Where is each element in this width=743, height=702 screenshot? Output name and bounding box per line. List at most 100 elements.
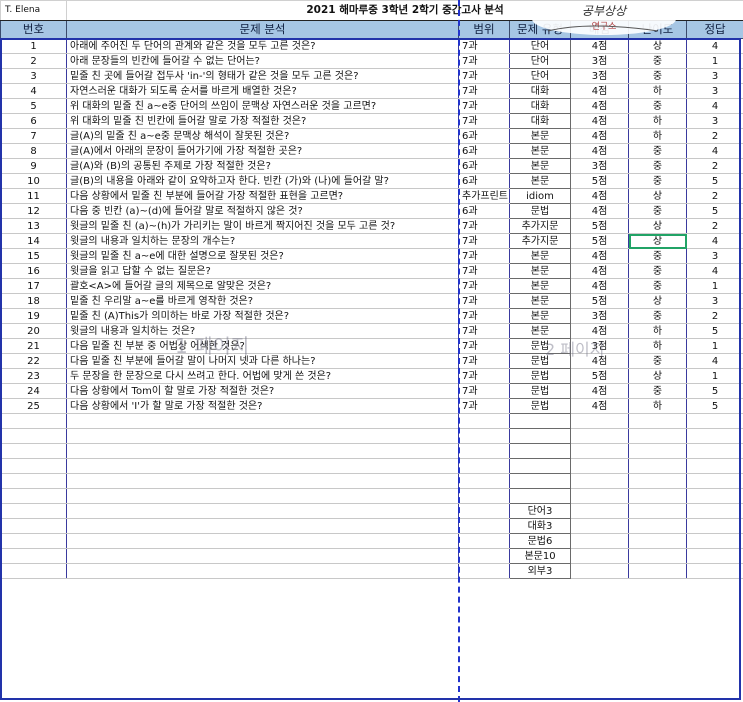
cell-empty[interactable] [628, 563, 687, 579]
cell-difficulty[interactable]: 중 [628, 68, 687, 84]
cell-row-number[interactable]: 20 [0, 323, 67, 339]
cell-points[interactable]: 3점 [570, 158, 629, 174]
cell-empty[interactable] [570, 428, 629, 444]
cell-points[interactable]: 4점 [570, 353, 629, 369]
cell-row-number[interactable]: 12 [0, 203, 67, 219]
cell-answer[interactable]: 2 [685, 128, 743, 144]
cell-empty[interactable] [0, 533, 67, 549]
cell-points[interactable]: 5점 [570, 293, 629, 309]
cell-question-text[interactable]: 다음 상황에서 'I'가 할 말로 가장 적절한 것은? [66, 398, 459, 414]
cell-empty[interactable] [0, 488, 67, 504]
cell-points[interactable]: 4점 [570, 98, 629, 114]
cell-answer[interactable]: 3 [685, 113, 743, 129]
sheet-title[interactable]: 2021 해마루중 3학년 2학기 중간고사 분석 [65, 0, 743, 21]
cell-points[interactable]: 5점 [570, 368, 629, 384]
cell-answer[interactable]: 4 [685, 263, 743, 279]
cell-question-text[interactable]: 자연스러운 대화가 되도록 순서를 바르게 배열한 것은? [66, 83, 459, 99]
summary-type-count[interactable]: 외부3 [509, 563, 571, 579]
cell-range[interactable]: 6과 [458, 203, 510, 219]
cell-difficulty[interactable]: 하 [628, 128, 687, 144]
cell-difficulty[interactable]: 중 [628, 173, 687, 189]
cell-range[interactable]: 7과 [458, 233, 510, 249]
cell-row-number[interactable]: 22 [0, 353, 67, 369]
cell-points[interactable]: 5점 [570, 173, 629, 189]
cell-question-text[interactable]: 다음 밑줄 친 부분 중 어법상 어색한 것은? [66, 338, 459, 354]
cell-points[interactable]: 4점 [570, 143, 629, 159]
cell-difficulty[interactable]: 하 [628, 323, 687, 339]
cell-row-number[interactable]: 4 [0, 83, 67, 99]
cell-row-number[interactable]: 1 [0, 38, 67, 54]
cell-empty[interactable] [628, 518, 687, 534]
cell-question-type[interactable]: 문법 [509, 203, 571, 219]
cell-question-type[interactable]: 본문 [509, 293, 571, 309]
cell-difficulty[interactable]: 중 [628, 353, 687, 369]
cell-row-number[interactable]: 3 [0, 68, 67, 84]
cell-question-type[interactable]: 추가지문 [509, 218, 571, 234]
cell-empty[interactable] [458, 413, 510, 429]
cell-range[interactable]: 7과 [458, 398, 510, 414]
cell-answer[interactable]: 4 [685, 353, 743, 369]
cell-row-number[interactable]: 9 [0, 158, 67, 174]
cell-empty[interactable] [509, 458, 571, 474]
cell-question-type[interactable]: 문법 [509, 398, 571, 414]
cell-empty[interactable] [685, 488, 743, 504]
cell-empty[interactable] [0, 473, 67, 489]
cell-points[interactable]: 4점 [570, 248, 629, 264]
cell-row-number[interactable]: 15 [0, 248, 67, 264]
cell-answer[interactable]: 2 [685, 218, 743, 234]
cell-answer[interactable]: 4 [685, 233, 743, 249]
cell-empty[interactable] [628, 428, 687, 444]
cell-row-number[interactable]: 21 [0, 338, 67, 354]
cell-question-text[interactable]: 아래 문장들의 빈칸에 들어갈 수 없는 단어는? [66, 53, 459, 69]
cell-range[interactable]: 7과 [458, 368, 510, 384]
cell-empty[interactable] [458, 443, 510, 459]
cell-empty[interactable] [458, 473, 510, 489]
cell-row-number[interactable]: 18 [0, 293, 67, 309]
cell-question-type[interactable]: 본문 [509, 308, 571, 324]
cell-difficulty[interactable]: 상 [628, 218, 687, 234]
cell-points[interactable]: 4점 [570, 38, 629, 54]
cell-empty[interactable] [685, 503, 743, 519]
cell-empty[interactable] [458, 548, 510, 564]
cell-difficulty[interactable]: 중 [628, 143, 687, 159]
cell-empty[interactable] [628, 413, 687, 429]
cell-difficulty[interactable]: 상 [628, 188, 687, 204]
cell-points[interactable]: 4점 [570, 263, 629, 279]
header-answer[interactable]: 정답 [685, 20, 743, 39]
cell-empty[interactable] [66, 563, 459, 579]
cell-question-text[interactable]: 윗글의 밑줄 친 a~e에 대한 설명으로 잘못된 것은? [66, 248, 459, 264]
cell-empty[interactable] [570, 503, 629, 519]
cell-empty[interactable] [0, 428, 67, 444]
cell-points[interactable]: 3점 [570, 68, 629, 84]
cell-difficulty[interactable]: 중 [628, 158, 687, 174]
cell-points[interactable]: 4점 [570, 113, 629, 129]
cell-question-text[interactable]: 글(A)에서 아래의 문장이 들어가기에 가장 적절한 곳은? [66, 143, 459, 159]
cell-empty[interactable] [0, 563, 67, 579]
cell-empty[interactable] [0, 443, 67, 459]
cell-empty[interactable] [570, 473, 629, 489]
cell-answer[interactable]: 5 [685, 173, 743, 189]
cell-question-text[interactable]: 위 대화의 밑줄 친 a~e중 단어의 쓰임이 문맥상 자연스러운 것을 고르면… [66, 98, 459, 114]
cell-range[interactable]: 6과 [458, 143, 510, 159]
cell-row-number[interactable]: 13 [0, 218, 67, 234]
cell-difficulty[interactable]: 상 [628, 233, 687, 249]
cell-empty[interactable] [458, 518, 510, 534]
cell-row-number[interactable]: 25 [0, 398, 67, 414]
cell-range[interactable]: 7과 [458, 338, 510, 354]
cell-empty[interactable] [570, 548, 629, 564]
cell-difficulty[interactable]: 상 [628, 38, 687, 54]
cell-difficulty[interactable]: 중 [628, 278, 687, 294]
cell-empty[interactable] [66, 503, 459, 519]
cell-question-text[interactable]: 글(A)와 (B)의 공통된 주제로 가장 적절한 것은? [66, 158, 459, 174]
cell-question-text[interactable]: 윗글의 내용과 일치하는 문장의 개수는? [66, 233, 459, 249]
cell-empty[interactable] [628, 488, 687, 504]
cell-answer[interactable]: 1 [685, 368, 743, 384]
cell-row-number[interactable]: 5 [0, 98, 67, 114]
cell-difficulty[interactable]: 하 [628, 83, 687, 99]
cell-row-number[interactable]: 2 [0, 53, 67, 69]
cell-empty[interactable] [570, 458, 629, 474]
cell-difficulty[interactable]: 중 [628, 98, 687, 114]
cell-difficulty[interactable]: 하 [628, 113, 687, 129]
cell-points[interactable]: 4점 [570, 128, 629, 144]
cell-question-type[interactable]: 본문 [509, 278, 571, 294]
